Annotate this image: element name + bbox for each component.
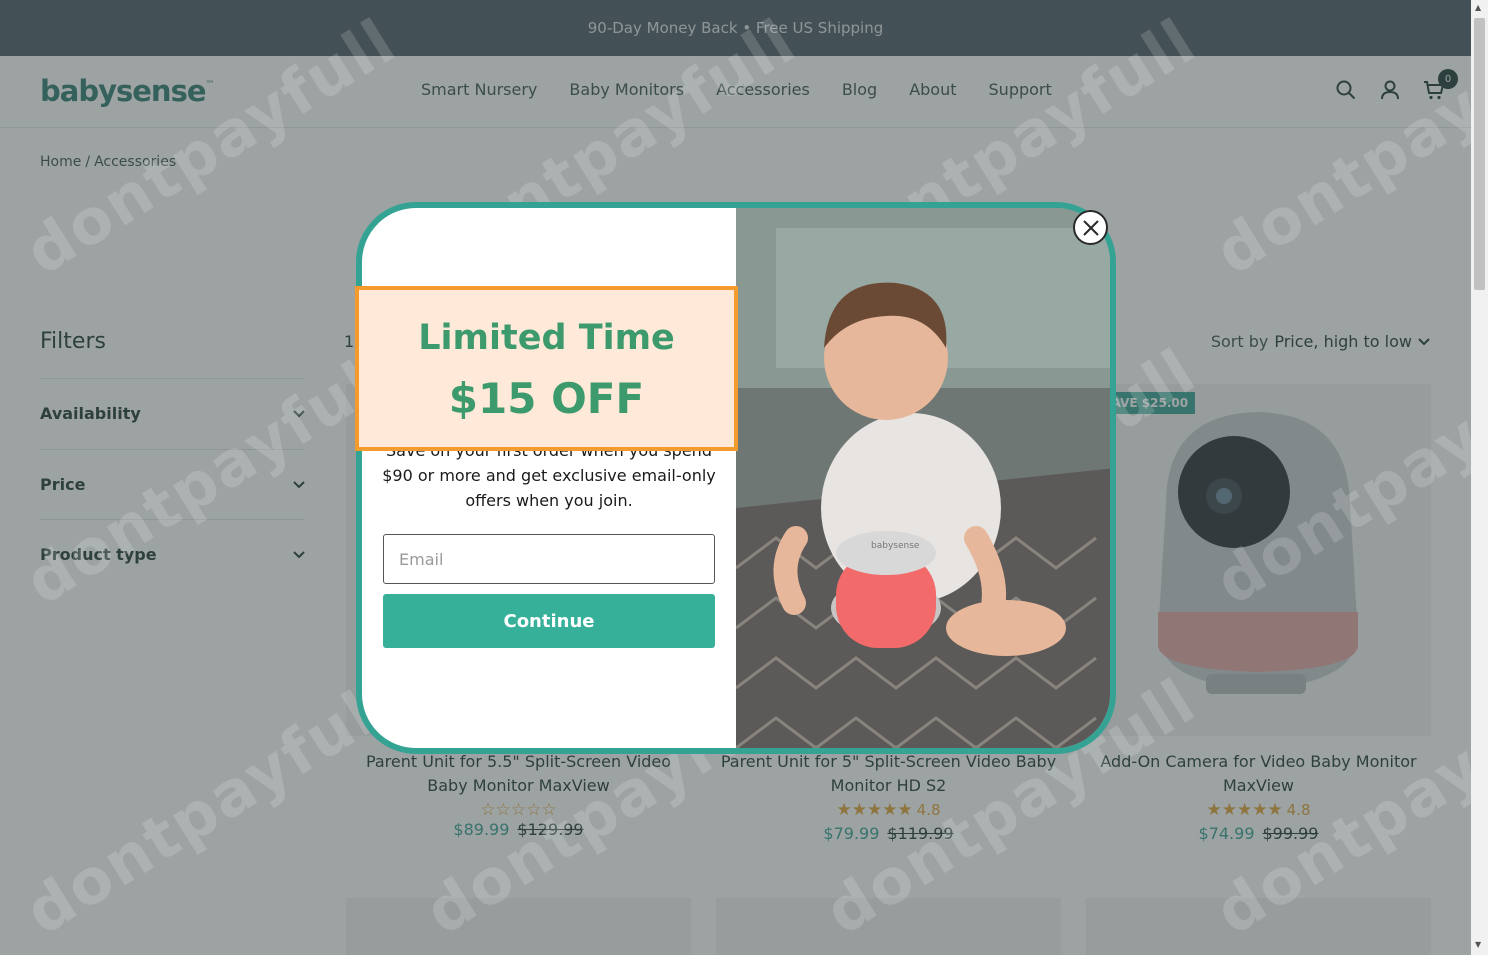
offer-highlight: Limited Time $15 OFF xyxy=(355,286,738,451)
baby-product-photo: babysense xyxy=(736,208,1110,748)
close-button[interactable] xyxy=(1073,210,1108,245)
offer-headline: Limited Time xyxy=(418,318,675,358)
product-brand-text: babysense xyxy=(871,541,920,551)
signup-modal: babysense Save on your first order when … xyxy=(356,202,1116,754)
scrollbar[interactable]: ▲ ▼ xyxy=(1471,0,1488,955)
email-field[interactable] xyxy=(383,534,715,584)
close-icon xyxy=(1082,219,1099,236)
scroll-thumb[interactable] xyxy=(1474,18,1485,290)
offer-amount: $15 OFF xyxy=(448,374,645,423)
scroll-down-icon[interactable]: ▼ xyxy=(1475,940,1481,949)
scroll-up-icon[interactable]: ▲ xyxy=(1475,3,1481,12)
continue-button[interactable]: Continue xyxy=(383,594,715,648)
